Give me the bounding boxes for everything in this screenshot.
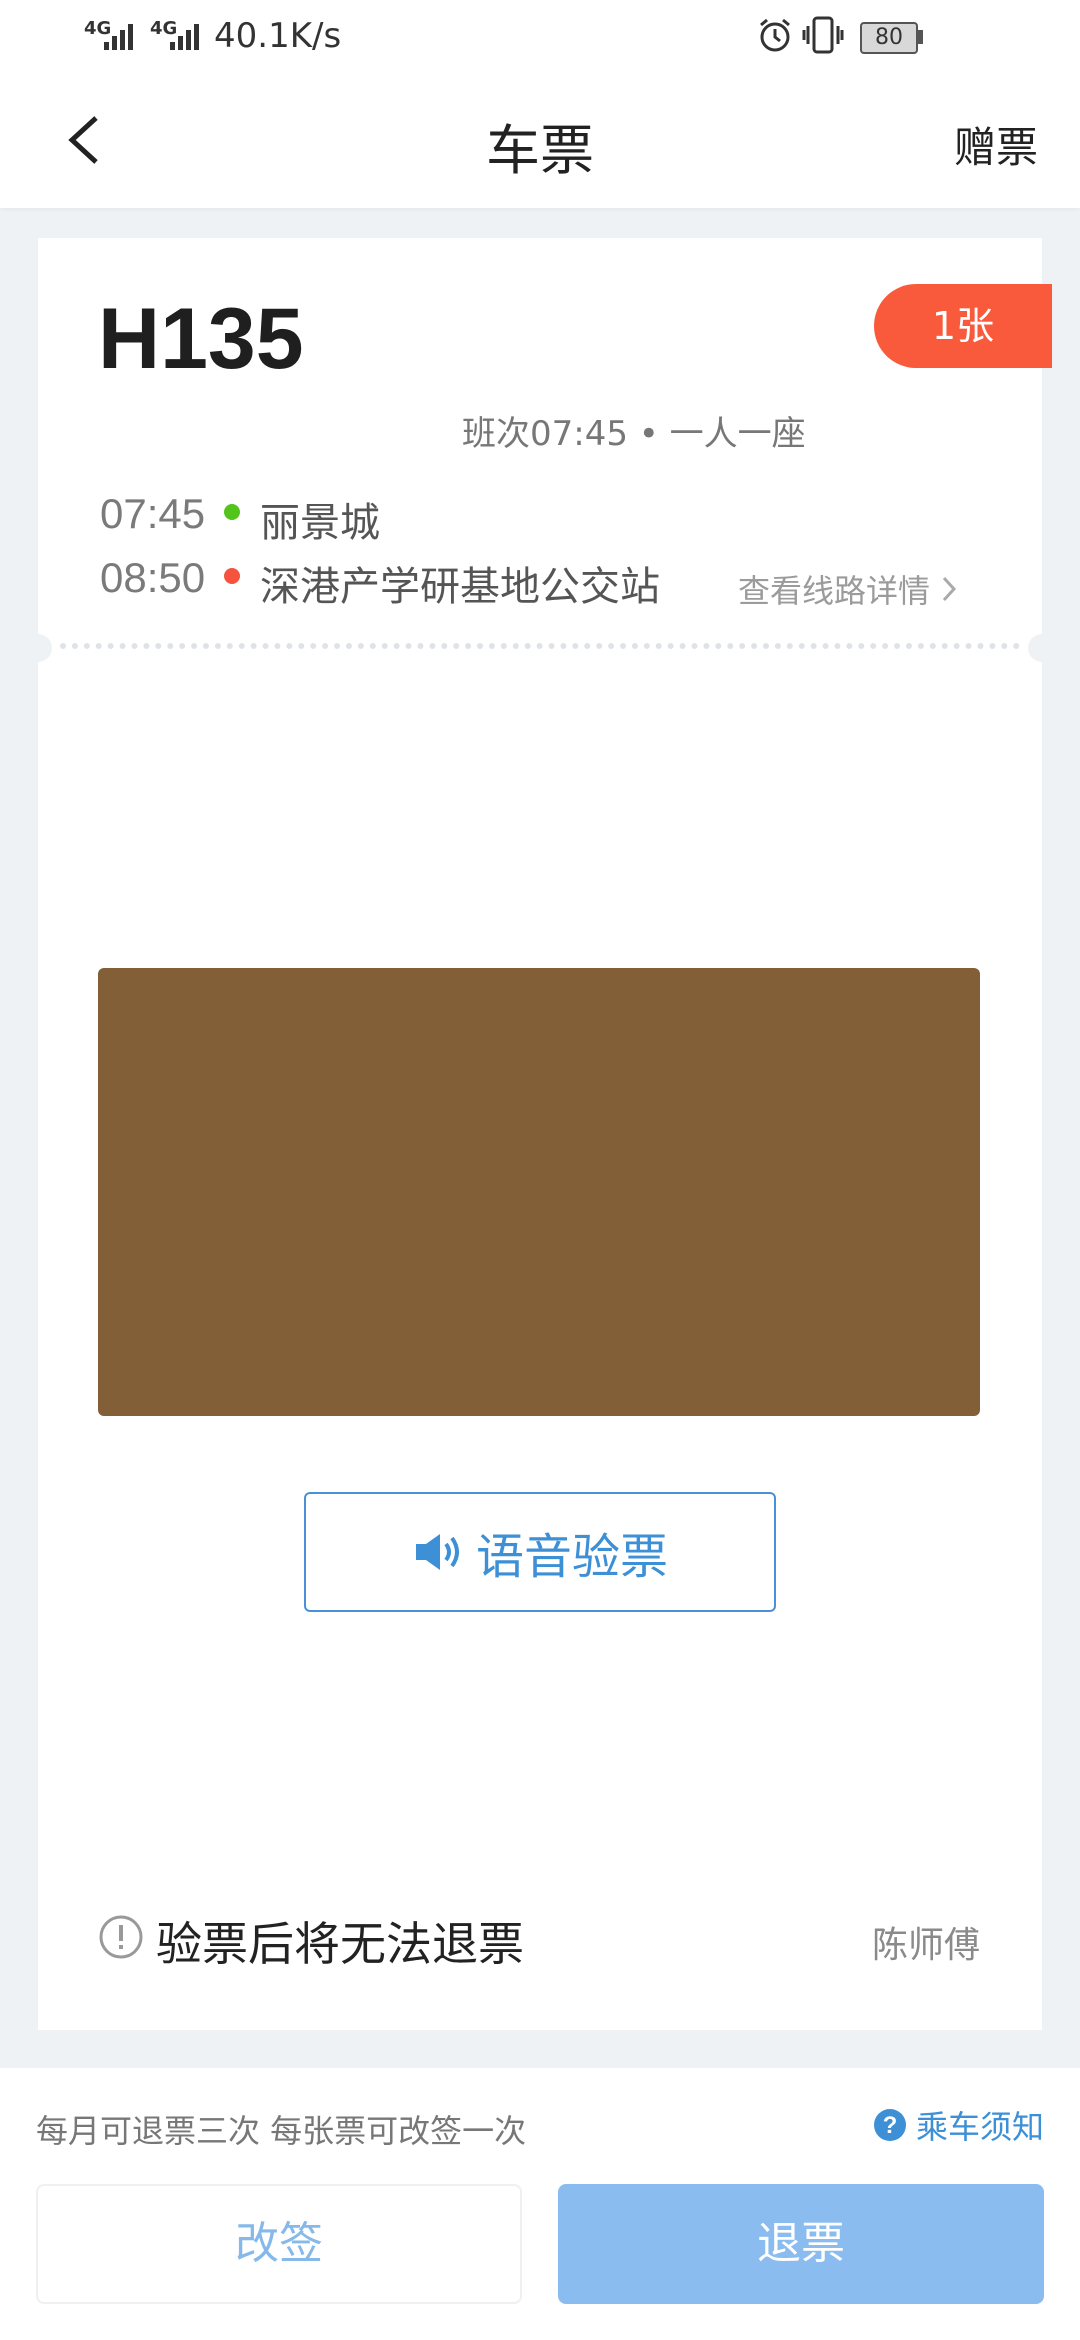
driver-name: 陈师傅 xyxy=(871,1925,980,1966)
ticket-code-area xyxy=(98,968,980,1416)
battery-icon: 80 xyxy=(860,22,918,54)
ticket-card: H135 1张 班次07:45 • 一人一座 07:45 丽景城 08:50 深… xyxy=(24,238,1056,2030)
refund-policy-notice: 每月可退票三次 每张票可改签一次 xyxy=(36,2112,527,2150)
riding-rules-label: 乘车须知 xyxy=(915,2108,1044,2146)
chevron-right-icon xyxy=(942,576,957,602)
voice-check-label: 语音验票 xyxy=(475,1529,668,1585)
page-title: 车票 xyxy=(486,119,594,182)
arrival-time: 08:50 xyxy=(100,554,206,601)
network-speed: 40.1K/s xyxy=(214,16,342,56)
alarm-icon xyxy=(760,18,790,52)
speaker-icon xyxy=(415,1534,459,1570)
schedule-info: 班次07:45 • 一人一座 xyxy=(462,414,806,454)
bottom-action-bar: 每月可退票三次 每张票可改签一次 ? 乘车须知 改签 退票 xyxy=(0,2068,1080,2340)
warning-icon xyxy=(99,1915,143,1959)
gift-ticket-button[interactable]: 赠票 xyxy=(954,114,1038,175)
ticket-notch-right xyxy=(1028,634,1056,662)
navigation-header: 车票 赠票 xyxy=(0,72,1080,208)
status-bar: 4G 4G 40.1K/s 80 xyxy=(0,0,1080,72)
refund-ticket-button[interactable]: 退票 xyxy=(558,2184,1044,2304)
ticket-perforation xyxy=(60,643,1020,649)
vibrate-icon xyxy=(802,16,844,54)
route-details-link[interactable]: 查看线路详情 xyxy=(738,566,962,612)
svg-text:?: ? xyxy=(883,2112,898,2139)
battery-tip xyxy=(918,30,923,44)
help-icon: ? xyxy=(873,2109,906,2141)
riding-rules-link[interactable]: ? 乘车须知 xyxy=(872,2102,1044,2148)
signal-strength-icon xyxy=(104,24,133,50)
route-details-label: 查看线路详情 xyxy=(738,572,931,610)
bus-number: H135 xyxy=(98,291,304,387)
signal-strength-icon xyxy=(170,24,199,50)
voice-check-button[interactable]: 语音验票 xyxy=(304,1492,776,1612)
arrival-station: 深港产学研基地公交站 xyxy=(260,564,660,610)
departure-time: 07:45 xyxy=(100,490,206,537)
departure-station: 丽景城 xyxy=(260,500,380,546)
ticket-count-badge: 1张 xyxy=(874,284,1052,368)
ticket-notch-left xyxy=(24,634,52,662)
refund-warning: 验票后将无法退票 xyxy=(156,1917,524,1971)
change-ticket-button[interactable]: 改签 xyxy=(36,2184,522,2304)
arrival-dot xyxy=(224,568,240,584)
departure-dot xyxy=(224,504,240,520)
